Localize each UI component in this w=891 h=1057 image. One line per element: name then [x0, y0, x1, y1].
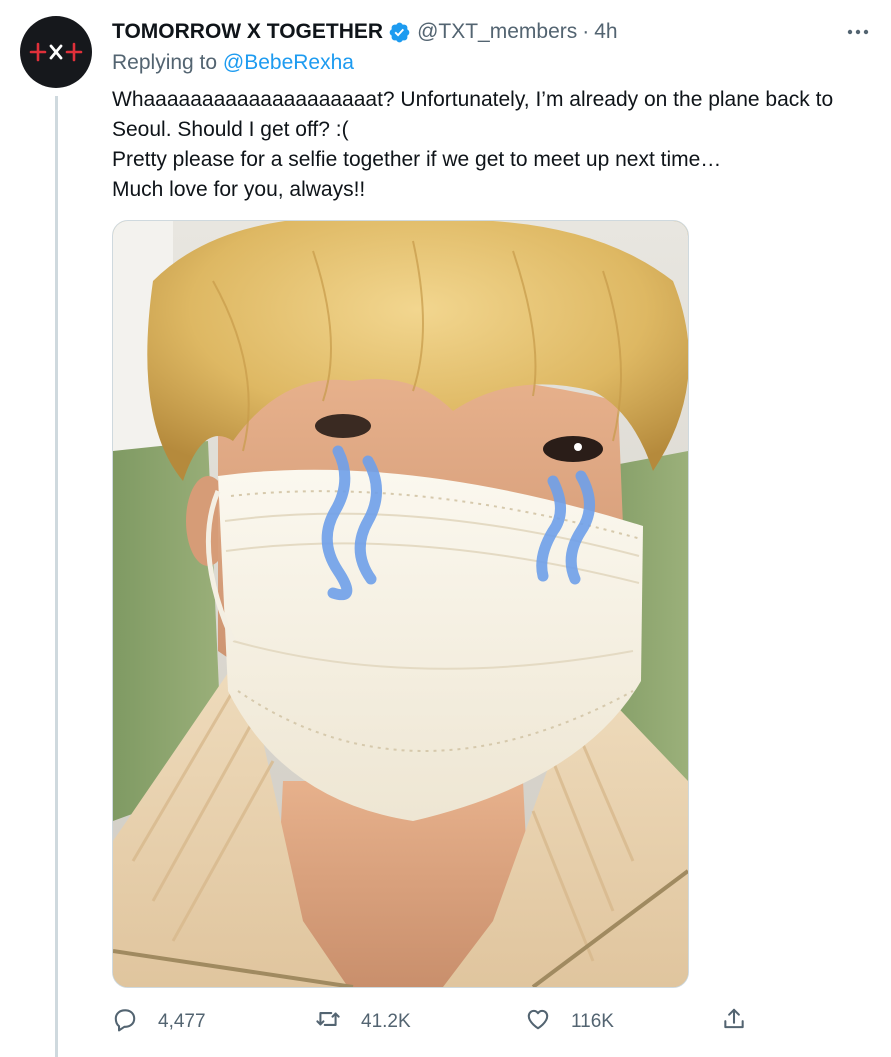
user-handle[interactable]: @TXT_members — [417, 20, 577, 44]
share-icon — [721, 1006, 747, 1038]
like-count: 116K — [571, 1011, 614, 1032]
selfie-image — [113, 221, 688, 987]
retweet-icon — [315, 1006, 341, 1038]
like-button[interactable]: 116K — [525, 1004, 614, 1040]
timestamp[interactable]: 4h — [594, 20, 617, 44]
tweet-text-line: Pretty please for a selfie together if w… — [112, 148, 722, 171]
tweet-text-line: Whaaaaaaaaaaaaaaaaaaaat? Unfortunately, … — [112, 88, 834, 141]
verified-badge-icon — [388, 21, 411, 44]
reply-count: 4,477 — [158, 1011, 206, 1032]
tweet-text-line: Much love for you, always!! — [112, 178, 366, 201]
tweet-action-bar: 4,477 41.2K 116K — [112, 1004, 752, 1040]
retweet-button[interactable]: 41.2K — [315, 1004, 411, 1040]
heart-icon — [525, 1006, 551, 1038]
avatar[interactable] — [20, 16, 92, 88]
share-button[interactable] — [721, 1004, 747, 1040]
mention-link[interactable]: @BebeRexha — [223, 51, 354, 74]
replying-to-prefix: Replying to — [112, 51, 218, 74]
tweet-header: TOMORROW X TOGETHER @TXT_members · 4h — [112, 16, 871, 48]
tweet-text: Whaaaaaaaaaaaaaaaaaaaat? Unfortunately, … — [112, 85, 872, 205]
retweet-count: 41.2K — [361, 1011, 411, 1032]
display-name[interactable]: TOMORROW X TOGETHER — [112, 20, 383, 44]
tweet-photo[interactable] — [112, 220, 689, 988]
separator-dot: · — [582, 20, 590, 43]
reply-button[interactable]: 4,477 — [112, 1004, 206, 1040]
reply-icon — [112, 1006, 138, 1038]
thread-connector-line — [55, 96, 58, 1057]
txt-logo-icon — [29, 42, 83, 62]
replying-to: Replying to @BebeRexha — [112, 51, 354, 75]
more-options-icon[interactable] — [845, 20, 871, 44]
